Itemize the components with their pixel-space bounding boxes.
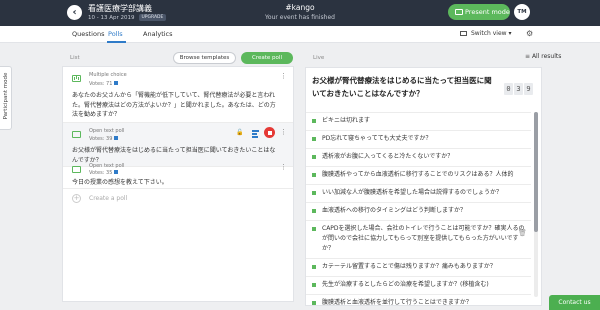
list-item: PD忘れて寝ちゃってても大丈夫ですか？ [306, 131, 531, 149]
tab-questions[interactable]: Questions [72, 30, 104, 38]
live-poll-panel: お父様が腎代替療法をはじめるに当たって担当医に聞いておきたいことはなんですか？ … [305, 67, 542, 306]
list-heading: List [70, 55, 80, 61]
switch-view-label: Switch view ▾ [471, 30, 512, 37]
votes-count: Votes: 71 [89, 81, 113, 87]
flag-icon [114, 81, 119, 85]
poll-votes: Votes: 71 [89, 81, 119, 87]
monitor-icon [460, 31, 467, 36]
list-item: 腹膜透析と血液透析を並行して行うことはできますか？ [306, 295, 531, 305]
poll-type: Multiple choice [89, 72, 127, 78]
present-mode-button[interactable]: Present mode [448, 4, 510, 20]
vote-counter: 039 [504, 76, 534, 95]
live-question: お父様が腎代替療法をはじめるに当たって担当医に聞いておきたいことはなんですか？ [312, 76, 492, 98]
poll-item[interactable]: Open text poll Votes: 35 今日の授業の感想を教えて下さい… [63, 163, 293, 189]
avatar[interactable]: TM [514, 4, 530, 20]
list-item: CAPDを選択した場合、会社のトイレで行うことは可能ですか？確実人るのが問いので… [306, 221, 531, 259]
bar-chart-icon [72, 75, 81, 82]
speech-bubble-icon [72, 166, 81, 173]
poll-type: Open text poll [89, 128, 125, 134]
tab-bar: Questions Polls Analytics Switch view ▾ … [0, 26, 600, 43]
trash-icon[interactable]: 🗑 [518, 229, 527, 237]
votes-count: Votes: 39 [89, 136, 113, 142]
active-tab-indicator [107, 41, 126, 43]
poll-item[interactable]: Multiple choice Votes: 71 あなたのお父さんから「腎機能… [63, 67, 293, 123]
event-title: 看護医療学部講義 [88, 4, 152, 13]
live-heading: Live [313, 55, 325, 61]
flag-icon [114, 136, 119, 140]
gear-icon[interactable]: ⚙ [526, 29, 533, 38]
scroll-thumb[interactable] [534, 112, 538, 232]
poll-votes: Votes: 35 [89, 170, 119, 176]
results-icon[interactable] [251, 128, 260, 138]
create-poll-placeholder: Create a poll [89, 195, 128, 202]
participant-mode-label: Participant mode [3, 72, 9, 120]
answer-list: ビキニは切れます PD忘れて寝ちゃってても大丈夫ですか？ 透析液がお腹に入ってく… [306, 112, 531, 305]
flag-icon [114, 170, 119, 174]
list-item: ビキニは切れます [306, 113, 531, 131]
top-bar: ‹ 看護医療学部講義 10 - 13 Apr 2019 UPGRADE #kang… [0, 0, 600, 26]
switch-view-dropdown[interactable]: Switch view ▾ [460, 30, 511, 37]
more-options-icon[interactable]: ⋮ [280, 72, 287, 80]
contact-us-label: Contact us [558, 299, 591, 306]
list-item: 透析液がお腹に入ってくると冷たくないですか？ [306, 149, 531, 167]
contact-us-button[interactable]: Contact us [549, 295, 600, 310]
participant-mode-tab[interactable]: Participant mode [0, 66, 12, 130]
browse-templates-button[interactable]: Browse templates [173, 52, 236, 64]
create-poll-row[interactable]: + Create a poll [63, 189, 293, 209]
more-options-icon[interactable]: ⋮ [280, 163, 287, 171]
list-item: いい加減な人が腹膜透析を希望した場合は説得するのでしょうか？ [306, 185, 531, 203]
poll-list: Multiple choice Votes: 71 あなたのお父さんから「腎機能… [62, 66, 294, 302]
scrollbar[interactable] [534, 112, 538, 297]
tab-polls[interactable]: Polls [108, 30, 123, 38]
present-mode-label: Present mode [465, 8, 510, 16]
list-item: 腹膜透析やってから血液透析に移行することでのリスクはある？人体的 [306, 167, 531, 185]
plus-icon: + [72, 194, 81, 203]
list-item: 血液透析への移行のタイミングはどう判断しますか？ [306, 203, 531, 221]
monitor-icon [455, 9, 463, 15]
upgrade-badge[interactable]: UPGRADE [138, 14, 167, 21]
event-dates-text: 10 - 13 Apr 2019 [88, 15, 135, 21]
tab-analytics[interactable]: Analytics [143, 30, 173, 38]
speech-bubble-icon [72, 131, 81, 138]
lock-icon[interactable]: 🔓 [236, 129, 245, 139]
stop-poll-button[interactable] [264, 127, 275, 138]
list-item: カテーテル留置することで傷は残りますか？痛みもありますか？ [306, 259, 531, 277]
create-poll-button[interactable]: Create poll [241, 52, 293, 64]
counter-digit: 0 [504, 83, 513, 95]
poll-votes: Votes: 39 [89, 136, 119, 142]
event-dates: 10 - 13 Apr 2019 UPGRADE [88, 14, 167, 21]
poll-text: あなたのお父さんから「腎機能が低下していて、腎代替療法が必要と言われた。腎代替療… [72, 92, 276, 118]
all-results-button[interactable]: All results [525, 53, 561, 60]
poll-text: 今日の授業の感想を教えて下さい。 [72, 179, 168, 186]
more-options-icon[interactable]: ⋮ [280, 128, 287, 136]
votes-count: Votes: 35 [89, 170, 113, 176]
counter-digit: 3 [514, 83, 523, 95]
poll-type: Open text poll [89, 163, 125, 169]
list-item: 先生が治療するとしたらどの治療を希望しますか？(移植含む) [306, 277, 531, 295]
back-arrow-icon[interactable]: ‹ [67, 5, 82, 20]
counter-digit: 9 [524, 83, 533, 95]
